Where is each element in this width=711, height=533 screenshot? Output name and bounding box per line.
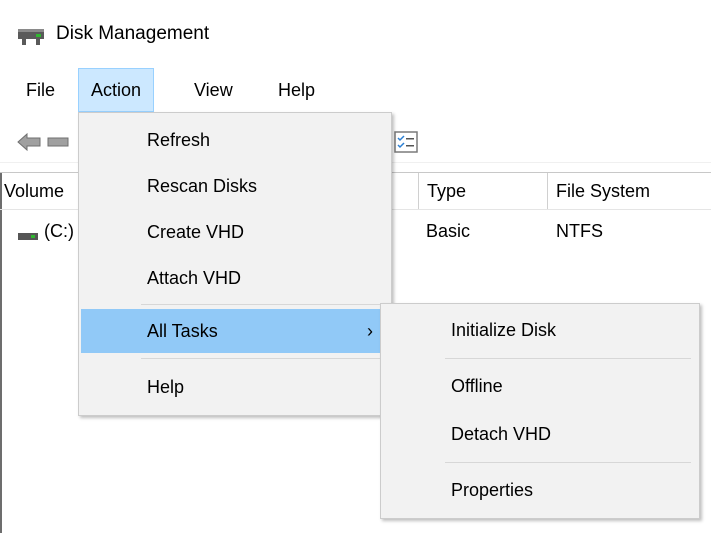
column-header-type[interactable]: Type xyxy=(418,173,548,209)
menu-item-all-tasks[interactable]: All Tasks › xyxy=(81,309,389,353)
forward-arrow-icon[interactable] xyxy=(46,132,72,157)
menu-action[interactable]: Action xyxy=(78,68,155,112)
menu-item-attach-vhd[interactable]: Attach VHD xyxy=(79,256,391,300)
drive-icon xyxy=(18,226,38,247)
back-arrow-icon[interactable] xyxy=(16,132,42,157)
menu-view[interactable]: View xyxy=(182,68,245,112)
checklist-icon[interactable] xyxy=(394,130,420,159)
file-system-cell: NTFS xyxy=(556,221,603,241)
menu-file[interactable]: File xyxy=(14,68,67,112)
action-menu: Refresh Rescan Disks Create VHD Attach V… xyxy=(78,112,392,416)
submenu-arrow-icon: › xyxy=(367,321,373,341)
menu-item-refresh[interactable]: Refresh xyxy=(79,118,391,162)
menu-help[interactable]: Help xyxy=(266,68,327,112)
disk-management-window: Disk Management File Action View Help Vo… xyxy=(0,0,711,533)
menu-separator xyxy=(445,358,691,359)
all-tasks-submenu: Initialize Disk Offline Detach VHD Prope… xyxy=(380,303,700,519)
menu-item-initialize-disk[interactable]: Initialize Disk xyxy=(381,308,699,352)
volume-cell: (C:) xyxy=(44,221,74,241)
disk-drive-icon xyxy=(16,25,46,47)
menu-bar: File Action View Help xyxy=(0,68,711,112)
type-cell: Basic xyxy=(426,221,471,241)
menu-item-rescan-disks[interactable]: Rescan Disks xyxy=(79,164,391,208)
menu-item-offline[interactable]: Offline xyxy=(381,364,699,408)
column-header-file-system[interactable]: File System xyxy=(548,173,711,209)
window-title: Disk Management xyxy=(56,23,210,44)
title-bar: Disk Management xyxy=(0,0,711,64)
menu-separator xyxy=(141,358,385,359)
menu-item-detach-vhd[interactable]: Detach VHD xyxy=(381,412,699,456)
menu-separator xyxy=(445,462,691,463)
menu-item-create-vhd[interactable]: Create VHD xyxy=(79,210,391,254)
menu-item-help[interactable]: Help xyxy=(79,365,391,409)
menu-separator xyxy=(141,304,385,305)
menu-item-all-tasks-label: All Tasks xyxy=(147,321,218,341)
menu-item-properties[interactable]: Properties xyxy=(381,468,699,512)
